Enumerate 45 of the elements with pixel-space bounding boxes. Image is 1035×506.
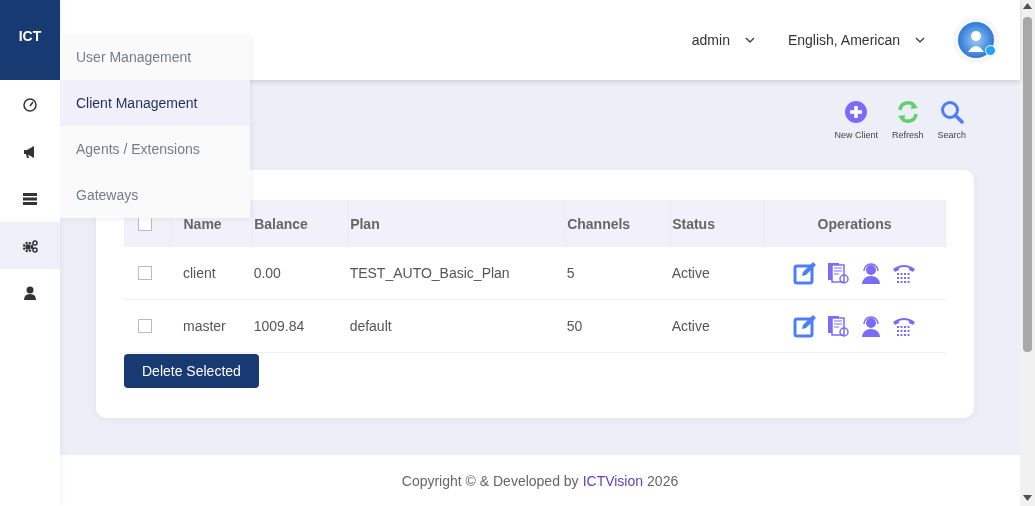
scrollbar[interactable] bbox=[1020, 0, 1035, 506]
chevron-down-icon[interactable] bbox=[914, 35, 926, 45]
column-header: Plan bbox=[348, 200, 566, 247]
column-header: Channels bbox=[565, 200, 671, 247]
add-icon bbox=[844, 100, 869, 124]
copyright-year: 2026 bbox=[647, 472, 679, 489]
user-icon bbox=[22, 284, 38, 301]
gauge-icon bbox=[22, 96, 38, 113]
refresh-icon bbox=[895, 100, 920, 124]
language-dropdown[interactable]: English, American bbox=[787, 32, 900, 48]
table-cell: default bbox=[348, 299, 566, 353]
column-header: Status bbox=[670, 200, 764, 247]
table-cell: Active bbox=[670, 299, 764, 353]
menu-item[interactable]: User Management bbox=[60, 34, 250, 80]
documents-icon[interactable] bbox=[826, 314, 851, 338]
documents-icon[interactable] bbox=[826, 261, 851, 285]
company-link[interactable]: ICTVision bbox=[582, 472, 644, 489]
table-cell: TEST_AUTO_Basic_Plan bbox=[348, 247, 566, 300]
menu-item[interactable]: Agents / Extensions bbox=[60, 126, 250, 172]
chevron-down-icon[interactable] bbox=[743, 35, 756, 45]
column-header: Balance bbox=[252, 200, 349, 247]
edit-icon[interactable] bbox=[793, 261, 818, 285]
checkbox[interactable] bbox=[138, 319, 152, 333]
table-cell: Active bbox=[670, 247, 764, 300]
column-header: Operations bbox=[763, 200, 946, 247]
edit-icon[interactable] bbox=[793, 314, 818, 338]
add-tool-button[interactable]: New Client bbox=[834, 100, 878, 140]
user-dropdown[interactable]: admin bbox=[691, 32, 730, 48]
table-cell: 1009.84 bbox=[252, 299, 349, 353]
table-cell: client bbox=[170, 247, 253, 300]
checkbox[interactable] bbox=[138, 266, 152, 280]
logo[interactable]: ICT bbox=[0, 0, 60, 80]
search-icon bbox=[939, 100, 964, 124]
gears-icon bbox=[22, 237, 38, 254]
copyright-text: Copyright © & Developed by bbox=[401, 472, 579, 489]
menu-item[interactable]: Client Management bbox=[60, 80, 250, 126]
server-icon bbox=[22, 190, 38, 207]
table-cell: master bbox=[170, 299, 253, 353]
refresh-tool-button[interactable]: Refresh bbox=[891, 100, 924, 140]
search-tool-button[interactable]: Search bbox=[937, 100, 966, 140]
delete-selected-button[interactable]: Delete Selected bbox=[124, 354, 259, 388]
sidebar-item[interactable] bbox=[0, 222, 60, 269]
table-cell: 0.00 bbox=[252, 247, 349, 300]
table-cell: 5 bbox=[565, 247, 671, 300]
table-cell: 50 bbox=[565, 299, 671, 353]
